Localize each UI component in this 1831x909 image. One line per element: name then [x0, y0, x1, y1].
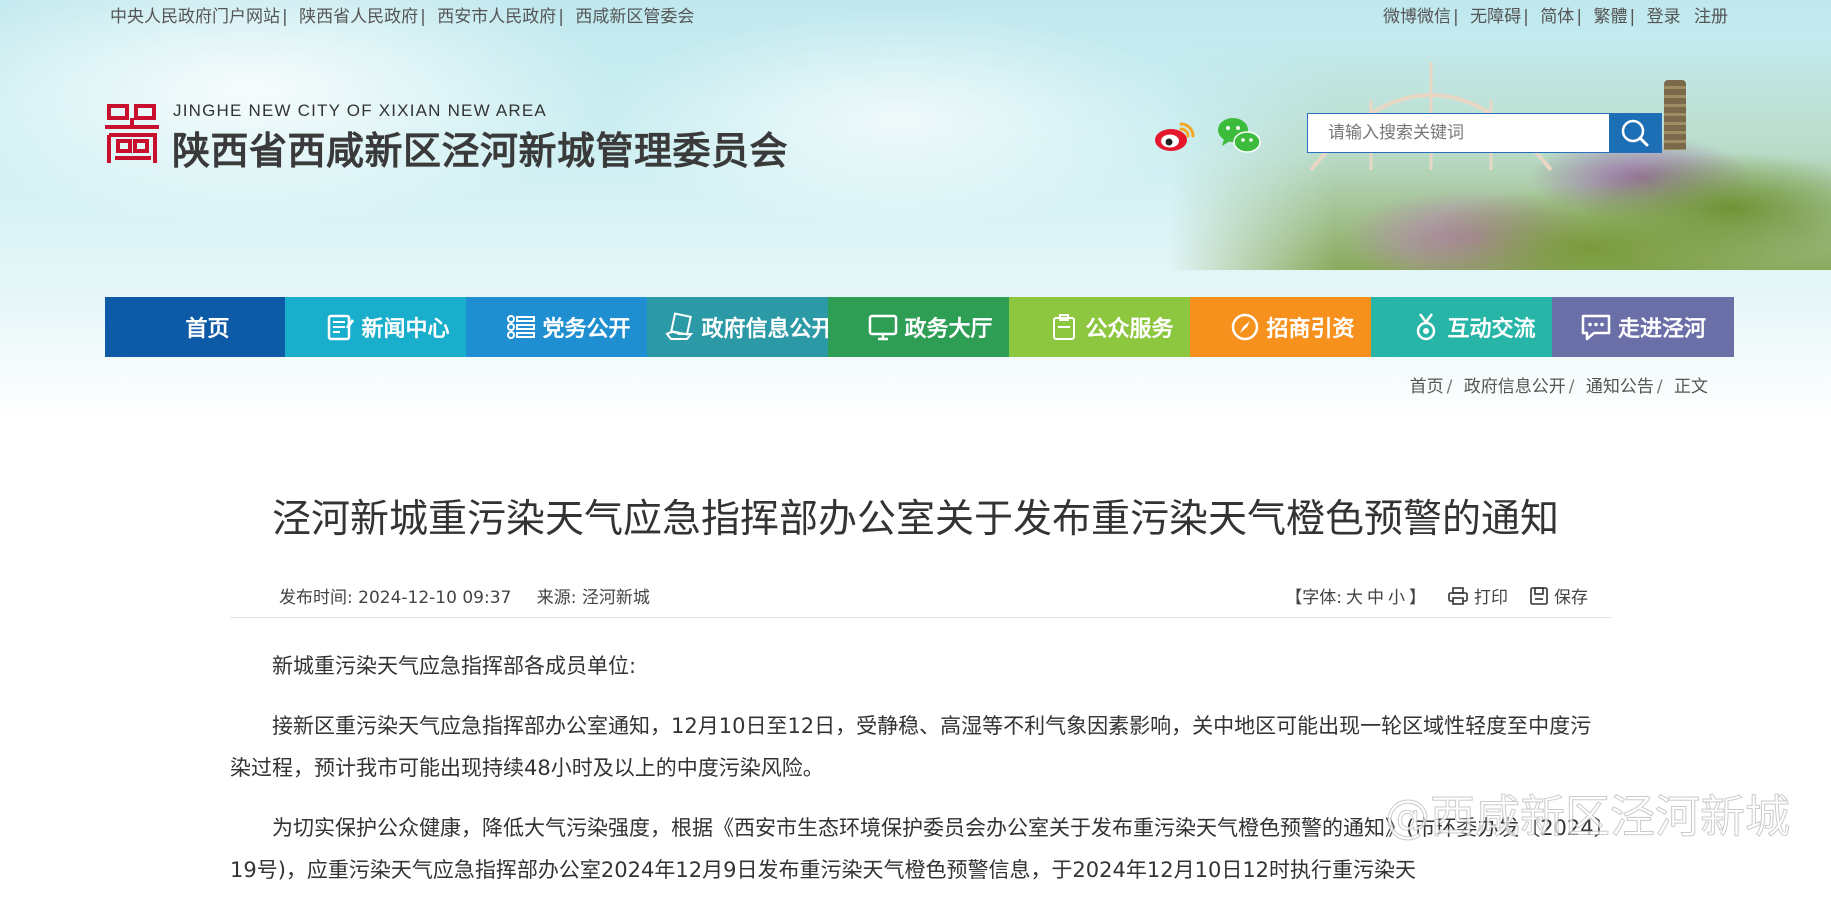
- utility-links: 微博微信 | 无障碍 | 简体 | 繁體 | 登录 注册: [1383, 7, 1728, 27]
- gov-link-shaanxi[interactable]: 陕西省人民政府: [299, 7, 418, 27]
- bridge-illustration: [1309, 62, 1553, 172]
- font-size-close: 】: [1409, 588, 1426, 608]
- print-button[interactable]: 打印: [1448, 583, 1508, 608]
- nav-home-label: 首页: [185, 317, 230, 342]
- nav-interaction-label: 互动交流: [1447, 317, 1536, 342]
- font-size-label: 【字体:: [1285, 588, 1342, 608]
- breadcrumb-gov-info[interactable]: 政府信息公开: [1464, 377, 1566, 397]
- search-input[interactable]: [1308, 114, 1606, 152]
- nav-news[interactable]: 新闻中心: [285, 297, 490, 357]
- nav-home[interactable]: 首页: [105, 297, 310, 357]
- gov-link-xian[interactable]: 西安市人民政府: [437, 7, 556, 27]
- wechat-icon[interactable]: [1216, 115, 1262, 155]
- list-icon: [506, 312, 536, 342]
- breadcrumb-notices[interactable]: 通知公告: [1586, 377, 1654, 397]
- nav-public-service-label: 公众服务: [1085, 317, 1174, 342]
- gov-links: 中央人民政府门户网站 | 陕西省人民政府 | 西安市人民政府 | 西咸新区管委会: [110, 7, 695, 27]
- source-value: 泾河新城: [581, 588, 650, 608]
- top-bar: 中央人民政府门户网站 | 陕西省人民政府 | 西安市人民政府 | 西咸新区管委会 微博…: [0, 0, 1831, 27]
- monitor-icon: [868, 312, 898, 342]
- print-label: 打印: [1474, 588, 1508, 608]
- header-background: [0, 0, 1831, 420]
- nav-party-affairs-label: 党务公开: [542, 317, 631, 342]
- weibo-wechat-link[interactable]: 微博微信: [1383, 7, 1451, 27]
- save-button[interactable]: 保存: [1530, 583, 1588, 608]
- article-paragraph: 新城重污染天气应急指挥部各成员单位:: [272, 654, 637, 678]
- save-label: 保存: [1554, 588, 1588, 608]
- clipboard-icon: [1049, 312, 1079, 342]
- watermark: @西咸新区泾河新城: [1384, 790, 1791, 844]
- accessibility-link[interactable]: 无障碍: [1470, 7, 1521, 27]
- nav-party-affairs[interactable]: 党务公开: [466, 297, 671, 357]
- gov-link-central[interactable]: 中央人民政府门户网站: [110, 7, 280, 27]
- compass-icon: [1230, 312, 1260, 342]
- article-title: 泾河新城重污染天气应急指挥部办公室关于发布重污染天气橙色预警的通知: [271, 497, 1559, 542]
- font-size-large[interactable]: 大: [1346, 583, 1363, 608]
- pagoda-illustration: [1664, 80, 1686, 150]
- publish-time-label: 发布时间:: [279, 588, 353, 608]
- nav-service-hall[interactable]: 政务大厅: [828, 297, 1033, 357]
- register-link[interactable]: 注册: [1694, 7, 1728, 27]
- nav-interaction[interactable]: 互动交流: [1371, 297, 1576, 357]
- font-size-small[interactable]: 小: [1388, 583, 1405, 608]
- article-meta: 发布时间: 2024-12-10 09:37 来源: 泾河新城 【字体: 大 中…: [230, 583, 1612, 618]
- nav-service-hall-label: 政务大厅: [904, 317, 993, 342]
- nav-news-label: 新闻中心: [361, 317, 450, 342]
- nav-public-service[interactable]: 公众服务: [1009, 297, 1214, 357]
- nav-about-jinghe-label: 走进泾河: [1617, 317, 1706, 342]
- medal-icon: [1411, 312, 1441, 342]
- article-body: 新城重污染天气应急指挥部各成员单位: 接新区重污染天气应急指挥部办公室通知，12…: [230, 645, 1612, 909]
- search-button[interactable]: [1609, 114, 1661, 152]
- nav-investment-label: 招商引资: [1266, 317, 1355, 342]
- nav-gov-info[interactable]: 政府信息公开: [647, 297, 852, 357]
- article-paragraph: 接新区重污染天气应急指挥部办公室通知，12月10日至12日，受静稳、高湿等不利气…: [230, 714, 1592, 780]
- font-size-medium[interactable]: 中: [1367, 583, 1384, 608]
- main-nav: 首页 新闻中心 党务公开 政府信息公开 政务大厅 公众服务 招商引资 互动交流 …: [105, 297, 1734, 357]
- logo-english-name: JINGHE NEW CITY OF XIXIAN NEW AREA: [173, 101, 547, 120]
- nav-investment[interactable]: 招商引资: [1190, 297, 1395, 357]
- search-box: [1307, 113, 1662, 153]
- printer-icon: [1448, 586, 1468, 605]
- breadcrumb-home[interactable]: 首页: [1410, 377, 1444, 397]
- chat-icon: [1581, 314, 1611, 341]
- breadcrumb: 首页 / 政府信息公开 / 通知公告 / 正文: [1409, 377, 1708, 397]
- breadcrumb-current: 正文: [1674, 377, 1708, 397]
- nav-about-jinghe[interactable]: 走进泾河: [1552, 297, 1734, 357]
- document-hand-icon: [665, 312, 695, 342]
- publish-time: 2024-12-10 09:37: [358, 588, 512, 608]
- nav-gov-info-label: 政府信息公开: [701, 317, 834, 342]
- gov-link-xixian[interactable]: 西咸新区管委会: [575, 7, 694, 27]
- news-icon: [325, 312, 355, 342]
- traditional-link[interactable]: 繁體: [1593, 7, 1627, 27]
- source-label: 来源:: [536, 588, 577, 608]
- simplified-link[interactable]: 简体: [1540, 7, 1574, 27]
- search-icon: [1621, 119, 1649, 147]
- logo-chinese-name[interactable]: 陕西省西咸新区泾河新城管理委员会: [172, 120, 788, 175]
- login-link[interactable]: 登录: [1647, 7, 1681, 27]
- logo-emblem-icon[interactable]: [105, 103, 159, 165]
- weibo-icon[interactable]: [1153, 118, 1197, 154]
- save-icon: [1530, 586, 1548, 605]
